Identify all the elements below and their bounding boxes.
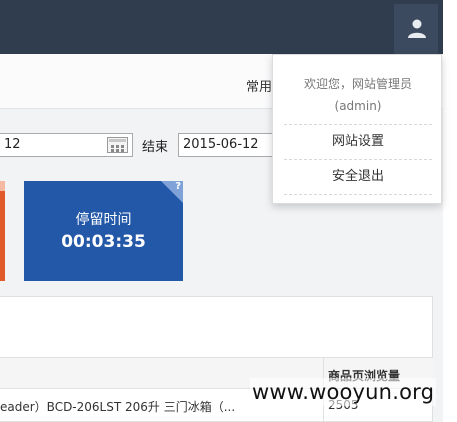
watermark-text: www.wooyun.org: [250, 378, 437, 406]
calendar-icon[interactable]: [107, 137, 128, 153]
username-text: (admin): [334, 99, 382, 113]
menu-divider: [284, 124, 432, 125]
welcome-text: 欢迎您，网站管理员: [303, 77, 412, 91]
user-menu-button[interactable]: [394, 4, 438, 54]
user-icon: [408, 19, 426, 38]
menu-divider: [284, 194, 432, 195]
menu-divider: [284, 159, 432, 160]
stat-card-partial: [0, 181, 5, 281]
site-settings-item[interactable]: 网站设置: [273, 127, 443, 157]
help-icon[interactable]: ?: [175, 181, 181, 192]
admin-dashboard: 常用 12 结束 2015-06-12 ? 停留时间 00:03:35 商品页浏…: [0, 0, 457, 422]
stay-time-value: 00:03:35: [61, 232, 146, 252]
common-link[interactable]: 常用: [246, 76, 272, 95]
top-navbar: [0, 0, 443, 54]
end-date-label: 结束: [142, 140, 169, 155]
stay-time-label: 停留时间: [75, 212, 132, 228]
logout-item[interactable]: 安全退出: [273, 162, 443, 192]
end-date-field[interactable]: 2015-06-12: [178, 133, 278, 157]
stay-time-card: ? 停留时间 00:03:35: [24, 181, 183, 281]
help-corner-partial: [0, 181, 5, 191]
user-dropdown-menu: 欢迎您，网站管理员 (admin) 网站设置 安全退出: [272, 54, 442, 204]
